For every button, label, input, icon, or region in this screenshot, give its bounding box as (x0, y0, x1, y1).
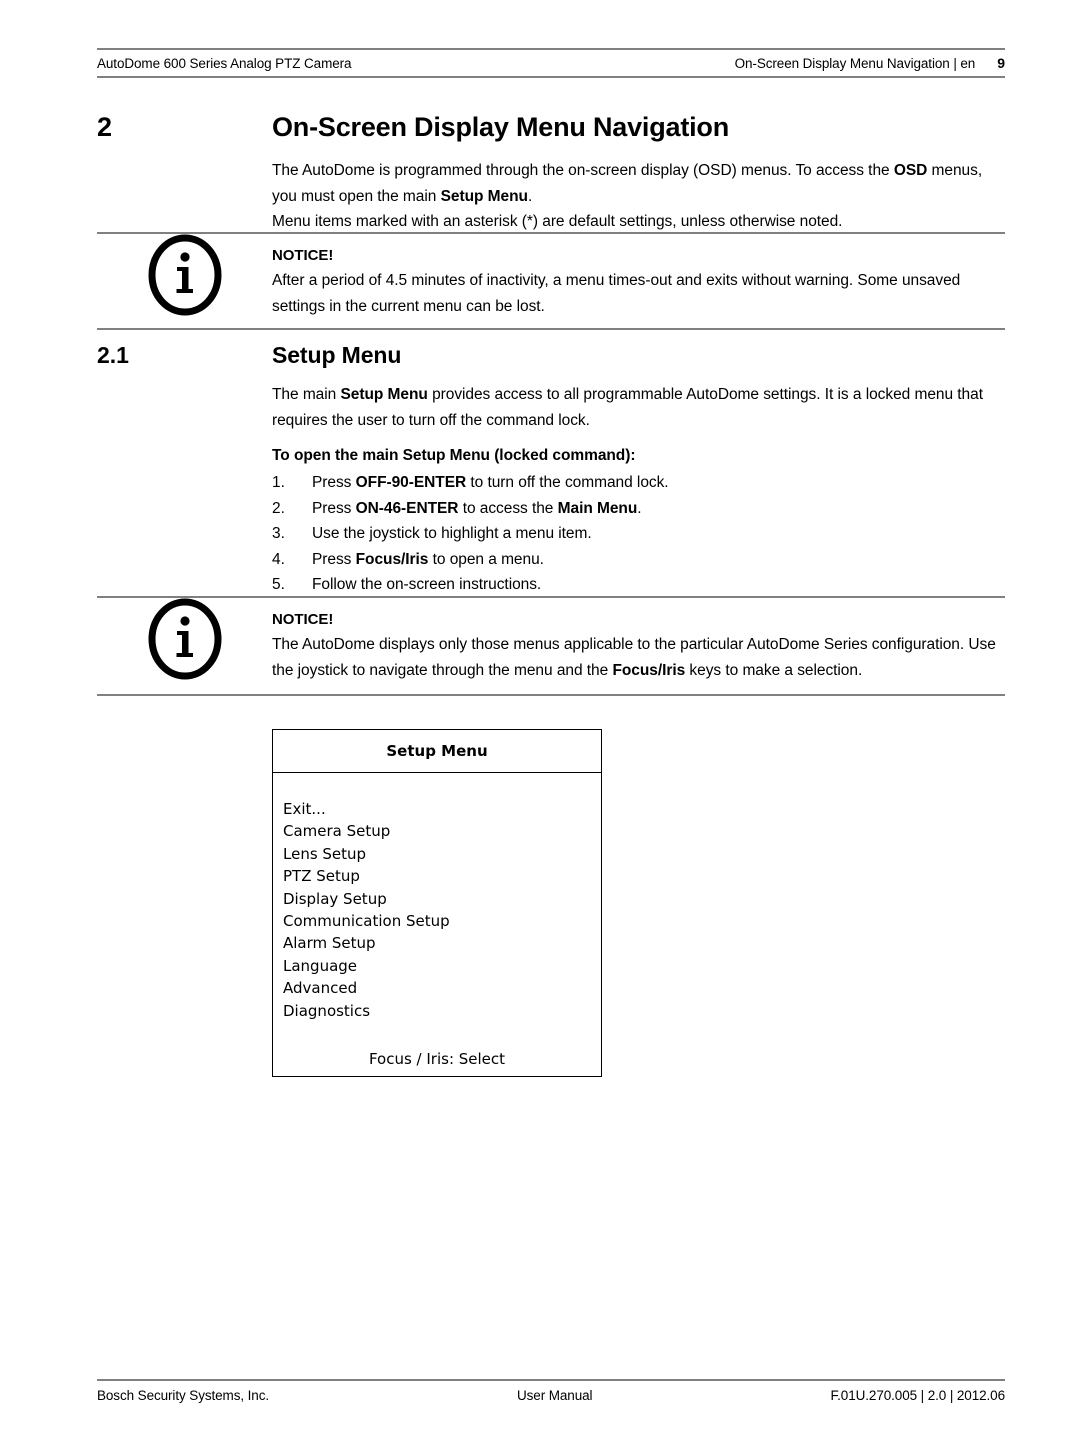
step-number: 1. (272, 474, 285, 491)
step-text: Follow the on-screen instructions. (312, 572, 1005, 598)
section-heading: 2.1 Setup Menu (97, 342, 1005, 368)
document-page: AutoDome 600 Series Analog PTZ Camera On… (0, 0, 1080, 1441)
step-text: Use the joystick to highlight a menu ite… (312, 521, 1005, 547)
step-pre: Press (312, 550, 356, 568)
footer-company: Bosch Security Systems, Inc. (97, 1388, 270, 1403)
step-text: Press Focus/Iris to open a menu. (312, 547, 1005, 573)
section-body-paragraph: The main Setup Menu provides access to a… (272, 382, 1005, 433)
chapter-number: 2 (97, 112, 113, 142)
step-bold: Focus/Iris (355, 550, 429, 568)
osd-menu-item-exit[interactable]: Exit... (283, 798, 601, 820)
notice-2-bold-focus-iris: Focus/Iris (612, 661, 686, 679)
page-header: AutoDome 600 Series Analog PTZ Camera On… (97, 48, 1005, 78)
step-number: 5. (272, 576, 285, 593)
step-pre: Press (312, 499, 356, 517)
section-number: 2.1 (97, 342, 129, 368)
footer-doc-type: User Manual (517, 1388, 593, 1403)
notice-block-1: NOTICE! After a period of 4.5 minutes of… (97, 232, 1005, 330)
section-paragraph-1: The main Setup Menu provides access to a… (272, 382, 1005, 433)
step-post2: . (637, 499, 642, 517)
header-breadcrumb: On-Screen Display Menu Navigation | en (734, 56, 976, 71)
step-text: Press OFF-90-ENTER to turn off the comma… (312, 470, 1005, 496)
page-number: 9 (997, 55, 1005, 71)
step-text: Press ON-46-ENTER to access the Main Men… (312, 496, 1005, 522)
intro-text-e: . (527, 187, 533, 205)
intro-paragraph: The AutoDome is programmed through the o… (272, 158, 1005, 235)
step-number: 3. (272, 525, 285, 542)
osd-menu-items: Exit... Camera Setup Lens Setup PTZ Setu… (273, 773, 601, 1022)
steps-subheading: To open the main Setup Menu (locked comm… (272, 447, 636, 464)
info-circle-icon (148, 598, 221, 680)
intro-line-1: The AutoDome is programmed through the o… (272, 158, 1005, 209)
steps-list: 1. Press OFF-90-ENTER to turn off the co… (272, 470, 1005, 598)
osd-menu-item-ptz-setup[interactable]: PTZ Setup (283, 865, 601, 887)
step-bold: ON-46-ENTER (355, 499, 459, 517)
intro-bold-setup-menu: Setup Menu (440, 187, 528, 205)
step-bold2: Main Menu (557, 499, 638, 517)
step-post: to turn off the command lock. (466, 474, 669, 491)
notice-1-body: NOTICE! After a period of 4.5 minutes of… (272, 234, 1005, 319)
notice-1-icon-cell (97, 234, 272, 316)
header-right-group: On-Screen Display Menu Navigation | en 9 (735, 55, 1005, 71)
notice-2-title: NOTICE! (272, 611, 334, 628)
list-item: 2. Press ON-46-ENTER to access the Main … (272, 496, 1005, 522)
list-item: 1. Press OFF-90-ENTER to turn off the co… (272, 470, 1005, 496)
footer-doc-id: F.01U.270.005 | 2.0 | 2012.06 (830, 1388, 1006, 1403)
notice-2-icon-cell (97, 598, 272, 680)
step-pre: Follow the on-screen instructions. (312, 576, 542, 593)
intro-line-2: Menu items marked with an asterisk (*) a… (272, 213, 843, 230)
notice-block-2: NOTICE! The AutoDome displays only those… (97, 596, 1005, 696)
info-circle-icon (148, 234, 221, 316)
osd-menu-item-alarm-setup[interactable]: Alarm Setup (283, 932, 601, 954)
list-item: 5. Follow the on-screen instructions. (272, 572, 1005, 598)
step-bold: OFF-90-ENTER (355, 474, 467, 491)
notice-1-text: After a period of 4.5 minutes of inactiv… (272, 272, 961, 315)
step-pre: Press (312, 474, 356, 491)
osd-menu-item-camera-setup[interactable]: Camera Setup (283, 820, 601, 842)
osd-menu-item-communication-setup[interactable]: Communication Setup (283, 910, 601, 932)
step-post: to access the (458, 499, 558, 517)
page-footer: Bosch Security Systems, Inc. User Manual… (97, 1379, 1005, 1403)
osd-menu-item-advanced[interactable]: Advanced (283, 977, 601, 999)
osd-menu-item-display-setup[interactable]: Display Setup (283, 888, 601, 910)
osd-menu-item-diagnostics[interactable]: Diagnostics (283, 1000, 601, 1022)
osd-menu-item-language[interactable]: Language (283, 955, 601, 977)
list-item: 3. Use the joystick to highlight a menu … (272, 521, 1005, 547)
section-title: Setup Menu (272, 342, 402, 368)
intro-bold-osd: OSD (893, 162, 928, 179)
osd-menu-title: Setup Menu (273, 730, 601, 773)
step-number: 2. (272, 499, 285, 517)
section-bold-setup-menu: Setup Menu (340, 386, 428, 403)
osd-setup-menu-box: Setup Menu Exit... Camera Setup Lens Set… (272, 729, 602, 1077)
chapter-title: On-Screen Display Menu Navigation (272, 112, 730, 142)
step-post: to open a menu. (428, 550, 544, 568)
steps-subheading-wrap: To open the main Setup Menu (locked comm… (272, 443, 1005, 469)
osd-menu-item-lens-setup[interactable]: Lens Setup (283, 843, 601, 865)
step-pre: Use the joystick to highlight a menu ite… (312, 525, 592, 542)
notice-1-title: NOTICE! (272, 247, 334, 264)
intro-text-a: The AutoDome is programmed through the o… (272, 162, 894, 179)
list-item: 4. Press Focus/Iris to open a menu. (272, 547, 1005, 573)
section-text-a: The main (272, 386, 341, 403)
osd-menu-footer-hint: Focus / Iris: Select (368, 1050, 506, 1068)
notice-2-text-c: keys to make a selection. (685, 661, 863, 679)
step-number: 4. (272, 550, 285, 568)
notice-2-body: NOTICE! The AutoDome displays only those… (272, 598, 1005, 683)
notice-2-text: The AutoDome displays only those menus a… (272, 632, 1005, 683)
header-product-title: AutoDome 600 Series Analog PTZ Camera (97, 55, 352, 71)
chapter-heading: 2 On-Screen Display Menu Navigation (97, 112, 1005, 143)
